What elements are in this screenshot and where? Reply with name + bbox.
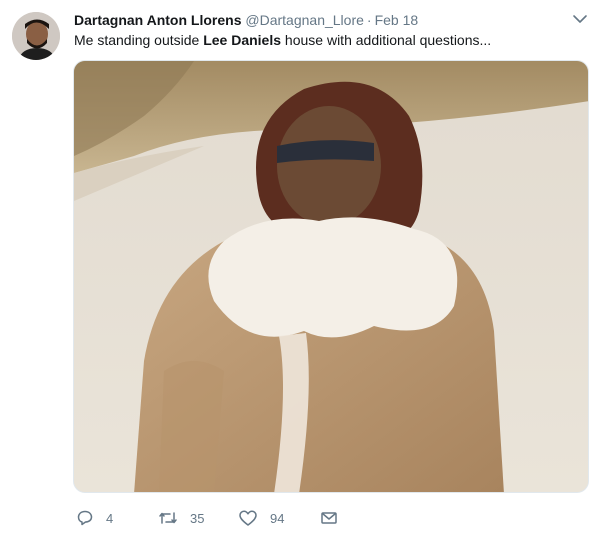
tweet-media-image[interactable]: [73, 60, 589, 493]
separator-dot: ·: [366, 12, 372, 28]
retweet-count: 35: [190, 510, 205, 526]
timestamp[interactable]: Feb 18: [375, 12, 419, 28]
display-name[interactable]: Dartagnan Anton Llorens: [74, 12, 242, 28]
tweet-text: Me standing outside Lee Daniels house wi…: [74, 31, 590, 49]
heart-icon: [239, 510, 257, 526]
user-handle[interactable]: @Dartagnan_Llore: [245, 12, 364, 28]
reply-count: 4: [106, 510, 114, 526]
tweet-actions: 4 35 94: [74, 508, 374, 528]
retweet-button[interactable]: 35: [158, 508, 204, 528]
retweet-icon: [159, 512, 177, 524]
tweet-card[interactable]: Dartagnan Anton Llorens @Dartagnan_Llore…: [0, 0, 600, 533]
like-count: 94: [270, 510, 285, 526]
reply-icon: [77, 510, 93, 526]
chevron-down-icon[interactable]: [571, 12, 589, 26]
tweet-text-end: house with additional questions...: [281, 32, 492, 48]
tweet-text-start: Me standing outside: [74, 32, 204, 48]
direct-message-button[interactable]: [320, 508, 338, 528]
tweet-text-bold: Lee Daniels: [203, 32, 282, 48]
avatar[interactable]: [12, 12, 60, 60]
like-button[interactable]: 94: [238, 508, 284, 528]
envelope-icon: [321, 512, 337, 524]
reply-button[interactable]: 4: [76, 508, 113, 528]
tweet-header: Dartagnan Anton Llorens @Dartagnan_Llore…: [74, 11, 560, 29]
